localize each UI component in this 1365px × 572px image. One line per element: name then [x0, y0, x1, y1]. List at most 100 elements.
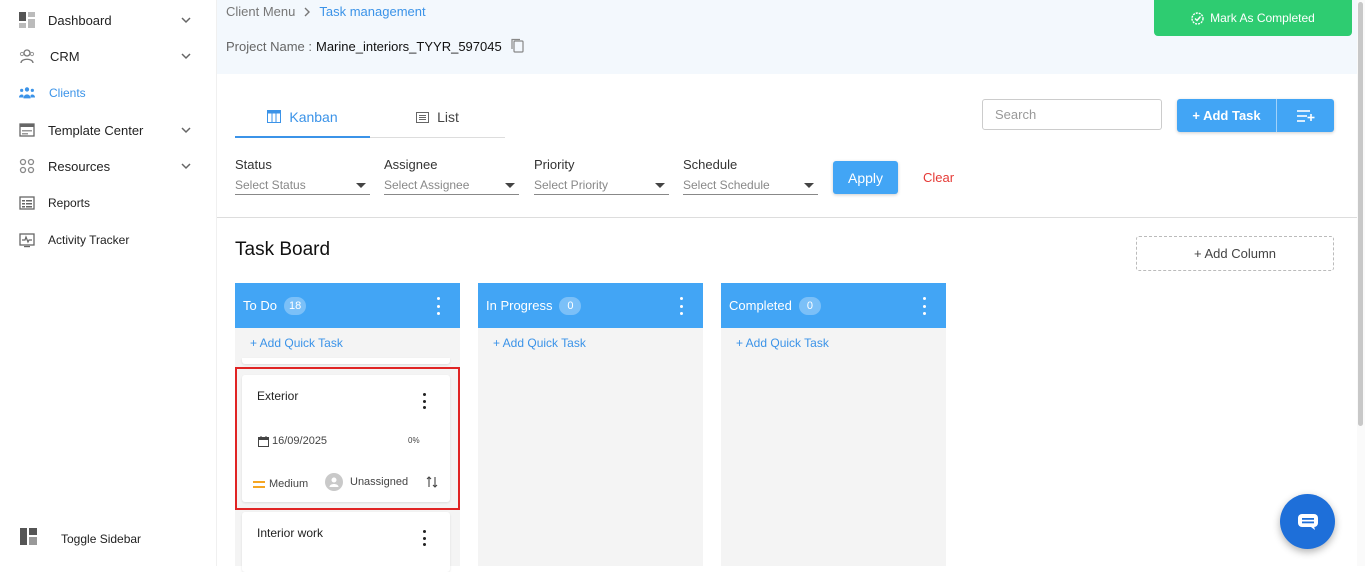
- add-quick-task-link[interactable]: + Add Quick Task: [493, 336, 586, 350]
- schedule-select[interactable]: Select Schedule: [683, 176, 818, 195]
- task-priority-value: Medium: [269, 478, 309, 490]
- add-task-button[interactable]: + Add Task: [1177, 99, 1277, 132]
- sidebar-item-label: Activity Tracker: [48, 233, 130, 247]
- task-menu-icon[interactable]: [421, 530, 427, 546]
- project-name-label: Project Name :: [226, 38, 312, 54]
- assignee-filter: Assignee Select Assignee: [384, 157, 519, 195]
- task-due-date-value: 16/09/2025: [272, 435, 328, 447]
- search-input[interactable]: [982, 99, 1162, 130]
- sidebar-item-label: Template Center: [48, 122, 144, 138]
- dropdown-arrow-icon: [356, 182, 366, 188]
- column-count-badge: 0: [559, 296, 582, 315]
- task-swap-icon[interactable]: [426, 475, 438, 493]
- template-icon: [19, 122, 35, 138]
- priority-medium-icon: [253, 480, 265, 488]
- calendar-icon: [258, 435, 269, 447]
- sidebar-item-activity-tracker[interactable]: Activity Tracker: [0, 226, 216, 254]
- project-name-value: Marine_interiors_TYYR_597045: [315, 38, 502, 54]
- sidebar-item-dashboard[interactable]: Dashboard: [0, 6, 216, 34]
- sidebar-item-label: Reports: [48, 196, 91, 210]
- mark-as-completed-button[interactable]: Mark As Completed: [1154, 0, 1352, 36]
- column-count-badge: 0: [798, 296, 821, 315]
- status-select[interactable]: Select Status: [235, 176, 370, 195]
- dropdown-arrow-icon: [655, 182, 665, 188]
- column-name: To Do: [243, 298, 277, 313]
- priority-select[interactable]: Select Priority: [534, 176, 669, 195]
- task-card-title: Interior work: [257, 526, 324, 540]
- status-select-placeholder: Select Status: [235, 178, 306, 192]
- sidebar-toggle-icon: [20, 528, 37, 550]
- chevron-down-icon: [181, 17, 191, 24]
- task-card-title: Exterior: [257, 389, 299, 403]
- clear-filters-button[interactable]: Clear: [923, 170, 954, 185]
- sidebar: Dashboard CRM Clients Template Center Re…: [0, 0, 216, 566]
- sidebar-item-label: Clients: [49, 86, 86, 100]
- toggle-sidebar-button[interactable]: Toggle Sidebar: [0, 526, 216, 552]
- sidebar-item-reports[interactable]: Reports: [0, 189, 216, 217]
- chat-icon: [1297, 513, 1318, 530]
- card-partial: [242, 358, 450, 364]
- task-menu-icon[interactable]: [421, 393, 427, 409]
- column-menu-icon[interactable]: [673, 297, 689, 315]
- avatar-icon: [325, 473, 343, 491]
- mark-as-completed-label: Mark As Completed: [1210, 11, 1315, 25]
- add-task-options-button[interactable]: [1277, 99, 1334, 132]
- clients-icon: [19, 85, 35, 101]
- assignee-select[interactable]: Select Assignee: [384, 176, 519, 195]
- column-menu-icon[interactable]: [916, 297, 932, 315]
- add-quick-task-link[interactable]: + Add Quick Task: [736, 336, 829, 350]
- add-column-button[interactable]: + Add Column: [1136, 236, 1334, 271]
- divider: [217, 217, 1358, 218]
- task-assignee-value: Unassigned: [350, 476, 409, 488]
- tab-list[interactable]: List: [370, 97, 505, 137]
- task-progress: 0%: [408, 436, 420, 445]
- add-task-button-group: + Add Task: [1177, 99, 1334, 132]
- sidebar-item-resources[interactable]: Resources: [0, 152, 216, 180]
- task-card[interactable]: Exterior 16/09/2025 0% Medium Unassigned: [242, 375, 450, 502]
- task-card[interactable]: Interior work: [242, 512, 450, 572]
- scrollbar-thumb[interactable]: [1358, 2, 1363, 426]
- chevron-down-icon: [181, 127, 191, 134]
- status-filter: Status Select Status: [235, 157, 370, 195]
- chevron-right-icon: [304, 7, 311, 16]
- tab-kanban[interactable]: Kanban: [235, 97, 370, 138]
- column-header: Completed 0: [721, 283, 946, 328]
- status-filter-label: Status: [235, 157, 272, 172]
- task-assignee[interactable]: Unassigned: [325, 473, 408, 491]
- breadcrumb-task-management[interactable]: Task management: [319, 4, 425, 19]
- sidebar-item-label: Dashboard: [48, 12, 112, 28]
- task-due-date: 16/09/2025: [258, 435, 327, 447]
- task-priority: Medium: [253, 478, 308, 490]
- breadcrumb: Client Menu Task management: [226, 4, 426, 19]
- column-name: Completed: [729, 298, 792, 313]
- chevron-down-icon: [181, 163, 191, 170]
- sidebar-item-template-center[interactable]: Template Center: [0, 116, 216, 144]
- column-menu-icon[interactable]: [430, 297, 446, 315]
- column-completed: Completed 0 + Add Quick Task: [721, 283, 946, 566]
- page-header: Client Menu Task management Project Name…: [217, 0, 1358, 74]
- schedule-filter: Schedule Select Schedule: [683, 157, 818, 195]
- chat-widget-button[interactable]: [1280, 494, 1335, 549]
- reports-icon: [19, 195, 35, 211]
- board-title: Task Board: [235, 239, 331, 260]
- dashboard-icon: [19, 12, 35, 28]
- tab-kanban-label: Kanban: [289, 108, 338, 125]
- list-icon: [416, 111, 430, 123]
- badge-check-icon: [1191, 11, 1204, 25]
- main-content: Client Menu Task management Project Name…: [216, 0, 1358, 572]
- sidebar-item-clients[interactable]: Clients: [0, 79, 216, 107]
- add-quick-task-link[interactable]: + Add Quick Task: [250, 336, 343, 350]
- dropdown-arrow-icon: [804, 182, 814, 188]
- sidebar-item-crm[interactable]: CRM: [0, 42, 216, 70]
- page-scrollbar[interactable]: [1357, 0, 1365, 566]
- tab-list-label: List: [437, 109, 459, 125]
- schedule-select-placeholder: Select Schedule: [683, 178, 770, 192]
- breadcrumb-client-menu[interactable]: Client Menu: [226, 4, 295, 19]
- priority-filter-label: Priority: [534, 157, 575, 172]
- copy-icon[interactable]: [510, 38, 526, 54]
- apply-filters-button[interactable]: Apply: [833, 161, 898, 194]
- crm-icon: [19, 48, 35, 64]
- chevron-down-icon: [181, 53, 191, 60]
- sidebar-item-label: CRM: [50, 48, 80, 64]
- priority-filter: Priority Select Priority: [534, 157, 669, 195]
